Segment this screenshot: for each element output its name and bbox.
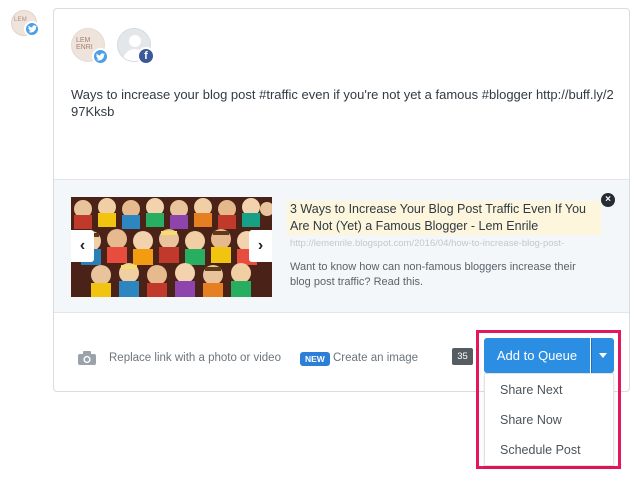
preview-next-button[interactable]: › xyxy=(249,230,272,262)
twitter-icon xyxy=(24,21,40,37)
profile-avatar[interactable]: LEM xyxy=(11,10,40,37)
link-url: http://lemenrile.blogspot.com/2016/04/ho… xyxy=(290,238,565,249)
menu-item-schedule-post[interactable]: Schedule Post xyxy=(500,443,581,457)
twitter-icon xyxy=(92,48,109,65)
replace-link-button[interactable]: Replace link with a photo or video xyxy=(109,352,281,364)
chevron-down-icon[interactable] xyxy=(591,338,614,373)
avatar-logo-text: LEM xyxy=(14,17,27,23)
create-image-button[interactable]: Create an image xyxy=(333,352,418,364)
character-counter: 35 xyxy=(452,348,473,365)
preview-prev-button[interactable]: ‹ xyxy=(71,230,94,262)
link-title[interactable]: 3 Ways to Increase Your Blog Post Traffi… xyxy=(287,201,601,235)
add-to-queue-button-group: Add to Queue xyxy=(484,338,614,373)
menu-item-share-now[interactable]: Share Now xyxy=(500,413,562,427)
preview-thumbnail: ‹ › xyxy=(71,197,272,297)
link-preview: ‹ › 3 Ways to Increase Your Blog Post Tr… xyxy=(54,179,629,313)
link-description[interactable]: Want to know how can non-famous bloggers… xyxy=(290,260,595,290)
add-to-queue-button[interactable]: Add to Queue xyxy=(484,338,590,373)
new-badge: NEW xyxy=(300,352,330,366)
share-options-menu: Share Next Share Now Schedule Post xyxy=(484,373,614,466)
post-text-editor[interactable]: Ways to increase your blog post #traffic… xyxy=(71,86,616,120)
account-avatar-twitter[interactable]: LEM ENRI xyxy=(71,28,109,65)
menu-item-share-next[interactable]: Share Next xyxy=(500,383,563,397)
close-icon[interactable]: × xyxy=(601,193,615,207)
camera-icon[interactable] xyxy=(78,351,96,365)
default-avatar-head xyxy=(129,35,141,47)
facebook-icon: f xyxy=(137,47,155,65)
